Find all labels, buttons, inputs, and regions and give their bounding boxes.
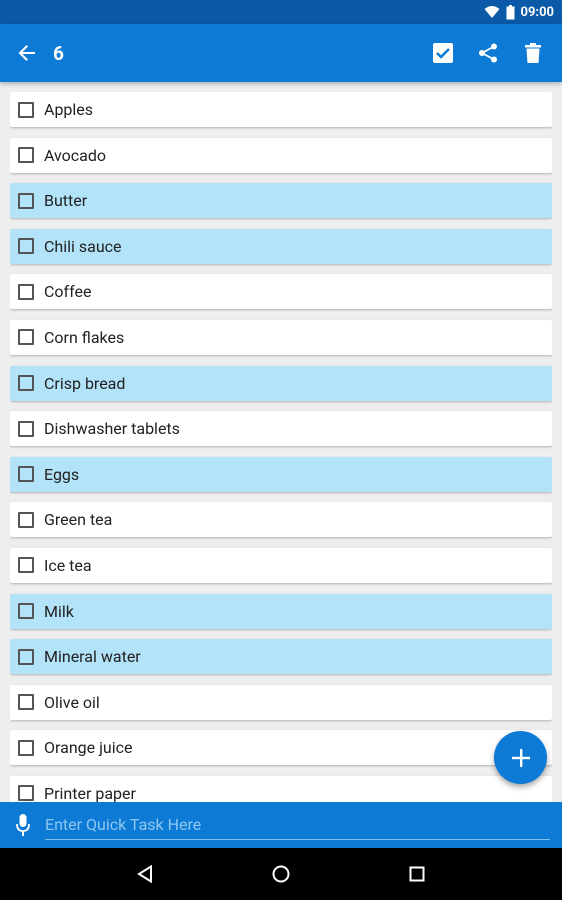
checkbox[interactable] bbox=[18, 648, 34, 665]
back-triangle-icon[interactable] bbox=[127, 856, 163, 892]
list-item-label: Mineral water bbox=[44, 647, 141, 667]
checkbox[interactable] bbox=[18, 283, 34, 300]
list-item-label: Chili sauce bbox=[44, 236, 122, 256]
checkbox[interactable] bbox=[18, 466, 34, 483]
recents-square-icon[interactable] bbox=[399, 856, 435, 892]
checkbox[interactable] bbox=[18, 603, 34, 620]
checkbox[interactable] bbox=[18, 511, 34, 528]
list-item[interactable]: Olive oil bbox=[10, 684, 552, 720]
list-item-label: Orange juice bbox=[44, 738, 133, 758]
check-all-icon[interactable] bbox=[428, 38, 458, 68]
checkbox[interactable] bbox=[18, 785, 34, 802]
list-item-label: Olive oil bbox=[44, 692, 100, 712]
list-item[interactable]: Ice tea bbox=[10, 547, 552, 583]
microphone-icon[interactable] bbox=[12, 814, 34, 836]
delete-icon[interactable] bbox=[518, 38, 548, 68]
list-item[interactable]: Butter bbox=[10, 183, 552, 219]
clock-time: 09:00 bbox=[520, 4, 555, 20]
list-item[interactable]: Green tea bbox=[10, 502, 552, 538]
checkbox[interactable] bbox=[18, 147, 34, 164]
checkbox[interactable] bbox=[18, 694, 34, 711]
list-item[interactable]: Coffee bbox=[10, 274, 552, 310]
status-bar: 09:00 bbox=[0, 0, 562, 24]
list-item-label: Butter bbox=[44, 191, 88, 211]
checkbox[interactable] bbox=[18, 238, 34, 255]
list-item[interactable]: Avocado bbox=[10, 137, 552, 173]
list-item-label: Apples bbox=[44, 100, 94, 119]
plus-icon bbox=[511, 748, 530, 767]
navigation-bar bbox=[0, 848, 562, 900]
list-item[interactable]: Corn flakes bbox=[10, 319, 552, 355]
battery-icon bbox=[506, 4, 515, 20]
list-item[interactable]: Eggs bbox=[10, 456, 552, 492]
checkbox[interactable] bbox=[18, 739, 34, 756]
list-item-label: Printer paper bbox=[44, 783, 136, 802]
checkbox[interactable] bbox=[18, 329, 34, 346]
list-item-label: Eggs bbox=[44, 464, 80, 484]
list-item[interactable]: Printer paper bbox=[10, 775, 552, 802]
list-item-label: Green tea bbox=[44, 510, 113, 530]
list-item-label: Coffee bbox=[44, 282, 92, 302]
task-list: Apples Avocado Butter Chili sauce Coffee Corn… bbox=[10, 92, 552, 802]
list-item[interactable]: Orange juice bbox=[10, 730, 552, 766]
list-item[interactable]: Apples bbox=[10, 92, 552, 127]
quick-task-bar bbox=[0, 802, 562, 848]
wifi-icon bbox=[484, 5, 500, 19]
add-task-button[interactable] bbox=[494, 731, 547, 784]
page-title: 6 bbox=[53, 41, 64, 65]
list-item[interactable]: Mineral water bbox=[10, 639, 552, 675]
checkbox[interactable] bbox=[18, 557, 34, 574]
list-item-label: Ice tea bbox=[44, 555, 92, 575]
share-icon[interactable] bbox=[473, 38, 503, 68]
checkbox[interactable] bbox=[18, 375, 34, 392]
list-item[interactable]: Milk bbox=[10, 593, 552, 629]
list-item[interactable]: Crisp bread bbox=[10, 365, 552, 401]
app-bar: 6 bbox=[0, 24, 562, 82]
home-circle-icon[interactable] bbox=[263, 856, 299, 892]
checkbox[interactable] bbox=[18, 192, 34, 209]
list-item-label: Crisp bread bbox=[44, 373, 126, 393]
list-item-label: Avocado bbox=[44, 145, 107, 165]
list-item[interactable]: Dishwasher tablets bbox=[10, 411, 552, 447]
list-item-label: Corn flakes bbox=[44, 327, 125, 347]
checkbox[interactable] bbox=[18, 420, 34, 437]
list-item-label: Dishwasher tablets bbox=[44, 419, 180, 439]
back-arrow-icon[interactable] bbox=[14, 40, 40, 66]
quick-task-input[interactable] bbox=[45, 810, 550, 840]
checkbox[interactable] bbox=[18, 101, 34, 118]
list-item-label: Milk bbox=[44, 601, 74, 621]
list-item[interactable]: Chili sauce bbox=[10, 228, 552, 264]
